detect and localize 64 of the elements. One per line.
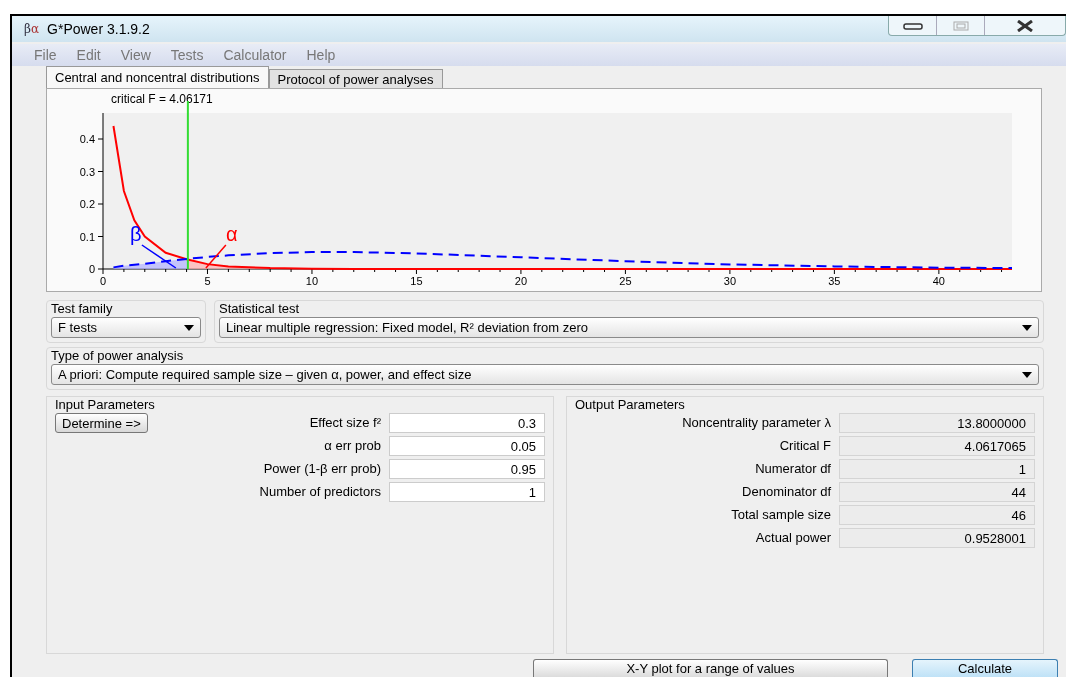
group-label: Statistical test (219, 301, 301, 317)
caret-icon (1022, 371, 1032, 378)
output-field[interactable]: 0.9528001 (839, 528, 1035, 548)
x-tick-label: 10 (305, 275, 319, 287)
output-field[interactable]: 4.0617065 (839, 436, 1035, 456)
field-label: Denominator df (742, 483, 831, 502)
caret-icon (1022, 324, 1032, 331)
panel-title: Input Parameters (55, 397, 156, 412)
menu-item[interactable]: Help (306, 44, 336, 66)
menu-item[interactable]: View (120, 44, 151, 66)
field-label: Actual power (755, 529, 831, 548)
field-label: α err prob (324, 437, 381, 456)
input-field[interactable]: 0.95 (389, 459, 545, 479)
tab[interactable]: Central and noncentral distributions (46, 66, 269, 88)
panel-title: Output Parameters (575, 397, 686, 412)
x-tick-label: 25 (619, 275, 632, 287)
determine-button[interactable]: Determine => (55, 413, 148, 433)
menu-item[interactable]: Calculator (223, 44, 287, 66)
x-tick-label: 35 (828, 275, 841, 287)
x-tick-label: 15 (410, 275, 423, 287)
field-label: Critical F (779, 437, 831, 456)
x-tick-label: 5 (204, 275, 211, 287)
tab[interactable]: Protocol of power analyses (268, 69, 443, 88)
chart-title: critical F = 4.06171 (111, 92, 213, 106)
input-field[interactable]: 1 (389, 482, 545, 502)
field-label: Numerator df (755, 460, 831, 479)
input-field[interactable]: 0.3 (389, 413, 545, 433)
output-field[interactable]: 44 (839, 482, 1035, 502)
plot-button[interactable]: X-Y plot for a range of values (533, 659, 888, 677)
annotation-label: α (226, 223, 238, 245)
field-label: Total sample size (731, 506, 831, 525)
field-label: Noncentrality parameter λ (682, 414, 831, 433)
field-label: Number of predictors (259, 483, 381, 502)
output-field[interactable]: 46 (839, 505, 1035, 525)
y-tick-label: 0.2 (79, 198, 95, 210)
menu-item[interactable]: File (34, 44, 57, 66)
x-tick-label: 20 (514, 275, 528, 287)
y-tick-label: 0.3 (79, 165, 95, 178)
analysis-type-dropdown[interactable]: A priori: Compute required sample size – given α, power, and effect size (51, 364, 1039, 385)
x-tick-label: 30 (723, 275, 736, 287)
menu-item[interactable]: Edit (76, 44, 101, 66)
test-family-dropdown[interactable]: F tests (51, 317, 201, 338)
output-field[interactable]: 13.8000000 (839, 413, 1035, 433)
field-label: Power (1-β err prob) (263, 460, 381, 479)
x-tick-label: 0 (99, 275, 107, 287)
close-icon (1016, 19, 1034, 32)
maximize-icon (952, 20, 969, 31)
field-label: Effect size f² (309, 414, 381, 433)
y-tick-label: 0.1 (79, 230, 95, 243)
caret-icon (184, 324, 194, 331)
y-tick-label: 0.4 (79, 133, 95, 145)
group-label: Type of power analysis (51, 348, 185, 364)
group-label: Test family (51, 301, 114, 317)
minimize-icon (902, 21, 923, 30)
x-tick-label: 40 (932, 275, 945, 287)
calculate-button[interactable]: Calculate (912, 659, 1058, 677)
statistical-test-dropdown[interactable]: Linear multiple regression: Fixed model, R² deviation from zero (219, 317, 1039, 338)
menu-item[interactable]: Tests (170, 44, 204, 66)
window-title: G*Power 3.1.9.2 (47, 19, 150, 39)
annotation-label: β (130, 223, 142, 245)
y-tick-label: 0 (88, 263, 95, 275)
output-field[interactable]: 1 (839, 459, 1035, 479)
input-field[interactable]: 0.05 (389, 436, 545, 456)
app-logo: βα (24, 22, 40, 36)
